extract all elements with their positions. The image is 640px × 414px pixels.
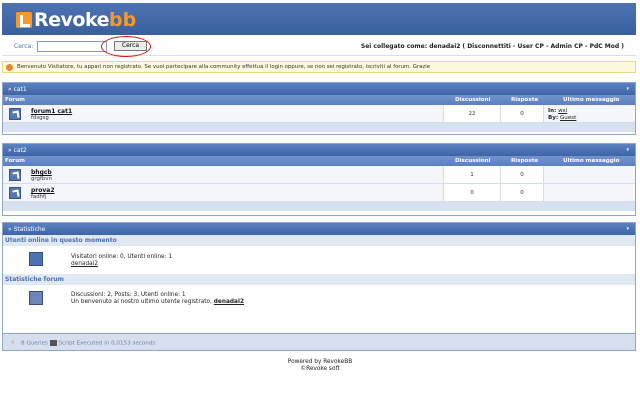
column-header-row: Forum Discussioni Risposte Ultimo messag… (3, 156, 635, 166)
users-icon (29, 252, 43, 266)
copyright: ©Revoke soft (300, 366, 340, 372)
database-icon (49, 340, 57, 346)
category-footer (3, 202, 635, 211)
lightning-icon: ⚡ (10, 338, 16, 347)
column-topics: Discussioni (455, 97, 491, 103)
statistics-title[interactable]: » Statistiche (8, 226, 45, 233)
category-cat2: » cat2 ▾ Forum Discussioni Risposte Ulti… (2, 143, 636, 216)
forum-stats-body: Discussioni: 2, Posts: 3, Utenti online:… (3, 285, 635, 313)
collapse-arrow-icon[interactable]: ▾ (626, 226, 629, 232)
column-replies: Risposte (511, 158, 539, 164)
topics-count: 1 (470, 172, 474, 178)
stats-chart-icon (29, 291, 43, 305)
welcome-line: Un benvenuto al nostro ultimo utente reg… (71, 299, 244, 305)
forum-description: fdsgsg (31, 115, 49, 121)
page: Revoke bb Cerca: Cerca Sei collegato come… (0, 0, 640, 414)
forum-icon (9, 187, 21, 199)
last-by: By: Guest (548, 115, 577, 121)
last-topic-link[interactable]: wsi (558, 108, 567, 114)
notice-text: Benvenuto Visitatore, tu appari non regi… (17, 64, 431, 70)
info-icon (6, 64, 13, 71)
forum-stats-title: Statistiche forum (3, 274, 635, 285)
category-footer (3, 123, 635, 132)
online-user-link[interactable]: denadai2 (71, 261, 98, 267)
forum-icon (9, 108, 21, 120)
online-count: Visitatori online: 0, Utenti online: 1 (71, 254, 173, 260)
forum-description: fadhfj (31, 194, 47, 200)
search-button[interactable]: Cerca (114, 41, 147, 51)
category-cat1: » cat1 ▾ Forum Discussioni Risposte Ulti… (2, 82, 636, 135)
statistics-header[interactable]: » Statistiche ▾ (3, 223, 635, 235)
table-row: forum1 cat1 fdsgsg 22 0 In: wsi By: Gues… (3, 105, 635, 123)
query-info-bar: ⚡ 8 Queries Script Executed in 0,0153 se… (2, 333, 636, 351)
column-forum: Forum (5, 97, 26, 103)
user-links[interactable]: ( Disconnettiti - User CP - Admin CP - P… (462, 43, 624, 50)
user-info: Sei collegato come: denadai2 ( Disconnet… (361, 43, 624, 50)
forum-link[interactable]: prova2 (31, 187, 55, 194)
column-last: Ultimo messaggio (563, 97, 620, 103)
replies-count: 0 (520, 172, 524, 178)
collapse-arrow-icon[interactable]: ▾ (626, 147, 629, 153)
last-user-link[interactable]: Guest (560, 115, 576, 121)
search-bar: Cerca: Cerca Sei collegato come: denadai… (2, 37, 636, 56)
forum-counts: Discussioni: 2, Posts: 3, Utenti online:… (71, 292, 186, 298)
forum-icon (9, 169, 21, 181)
logo-suffix: bb (108, 9, 137, 31)
column-topics: Discussioni (455, 158, 491, 164)
search-label: Cerca: (14, 43, 34, 50)
logo-text: Revoke (34, 9, 109, 31)
topics-count: 0 (470, 190, 474, 196)
replies-count: 0 (520, 111, 524, 117)
search-input[interactable] (37, 41, 107, 52)
category-title[interactable]: » cat1 (8, 86, 27, 93)
query-info: 8 Queries Script Executed in 0,0153 seco… (21, 340, 156, 347)
welcome-notice: Benvenuto Visitatore, tu appari non regi… (2, 61, 636, 73)
newest-user-link[interactable]: denadai2 (214, 299, 244, 305)
replies-count: 0 (520, 190, 524, 196)
forum-link[interactable]: bhgcb (31, 169, 52, 176)
column-last: Ultimo messaggio (563, 158, 620, 164)
powered-by: Powered by RevokeBB (287, 359, 353, 365)
category-header[interactable]: » cat1 ▾ (3, 83, 635, 95)
table-row: bhgcb grgfbvn 1 0 (3, 166, 635, 184)
online-users-body: Visitatori online: 0, Utenti online: 1 d… (3, 246, 635, 274)
category-header[interactable]: » cat2 ▾ (3, 144, 635, 156)
logo[interactable]: Revoke bb (16, 9, 137, 31)
topics-count: 22 (468, 111, 476, 117)
statistics-panel: » Statistiche ▾ Utenti online in questo … (2, 222, 636, 350)
category-title[interactable]: » cat2 (8, 147, 27, 154)
online-users-title: Utenti online in questo momento (3, 235, 635, 246)
user-prefix: Sei collegato come: (360, 43, 430, 50)
table-row: prova2 fadhfj 0 0 (3, 184, 635, 202)
user-name[interactable]: denadai2 (429, 43, 460, 50)
collapse-arrow-icon[interactable]: ▾ (626, 86, 629, 92)
logo-icon (16, 12, 32, 28)
forum-link[interactable]: forum1 cat1 (31, 108, 72, 115)
forum-description: grgfbvn (31, 176, 52, 182)
last-in: In: wsi (548, 108, 568, 114)
column-header-row: Forum Discussioni Risposte Ultimo messag… (3, 95, 635, 105)
column-forum: Forum (5, 158, 26, 164)
column-replies: Risposte (511, 97, 539, 103)
header-banner: Revoke bb (2, 3, 636, 35)
